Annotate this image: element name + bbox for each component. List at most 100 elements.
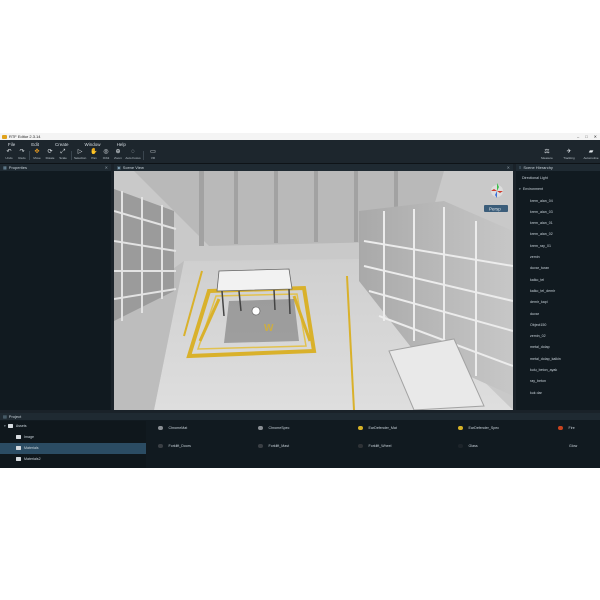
panel-close-icon[interactable]: ✕	[105, 165, 108, 170]
hierarchy-item[interactable]: duvar_turan	[516, 263, 600, 274]
toolbar-divider	[143, 151, 144, 160]
hierarchy-item[interactable]: Object150	[516, 320, 600, 331]
hierarchy-item[interactable]: krem_alan_01	[516, 218, 600, 229]
material-item[interactable]: EarDefender_Mat	[358, 423, 397, 433]
material-swatch-icon	[358, 425, 363, 431]
properties-title: Properties	[8, 165, 28, 170]
scene-view-icon: ▣	[117, 165, 121, 170]
tree-item-materials[interactable]: Materials	[0, 443, 146, 454]
hierarchy-item[interactable]: krem_alan_02	[516, 229, 600, 240]
folder-icon	[16, 435, 21, 439]
menu-help[interactable]: Help	[117, 142, 126, 147]
undo-button[interactable]: ↶ Undo	[3, 149, 15, 162]
folder-icon: ▤	[3, 414, 7, 419]
pan-button[interactable]: ✋ Pan	[88, 149, 100, 162]
tree-item-assets[interactable]: ▾ Assets	[0, 421, 146, 432]
material-swatch-icon	[358, 443, 363, 449]
window-title: RTF Editor 2.3.14	[9, 134, 41, 139]
move-button[interactable]: ✥ Move	[31, 149, 43, 162]
tree-item-image[interactable]: Image	[0, 432, 146, 443]
hierarchy-item[interactable]: kulu_beton_ayak	[516, 365, 600, 376]
toolbar: ↶ Undo ↷ Redo ✥ Move ⟳ Rotate ⤢ Scale ▷ Select…	[0, 148, 600, 164]
menu-window[interactable]: Window	[85, 142, 101, 147]
menu-edit[interactable]: Edit	[31, 142, 39, 147]
material-item[interactable]: Forklift_Mast	[258, 441, 289, 451]
scene-hierarchy-title: Scene Hierarchy	[523, 165, 553, 170]
hierarchy-item[interactable]: duvar	[516, 309, 600, 320]
hierarchy-tree: Directional Light ▾ Environment krem_alan…	[516, 173, 600, 399]
zoom-button[interactable]: ⊕ Zoom	[112, 149, 124, 162]
menu-bar: File Edit Create Window Help	[0, 140, 600, 148]
material-swatch-icon	[558, 425, 563, 431]
hierarchy-item[interactable]: kalko_tel_demir	[516, 286, 600, 297]
vr-icon: ▭	[150, 149, 156, 155]
chevron-down-icon[interactable]: ▾	[519, 187, 521, 191]
scene-view-header: ▣ Scene View ✕	[114, 164, 513, 171]
hierarchy-item[interactable]: metal_dolap_kalkin	[516, 354, 600, 365]
hierarchy-item[interactable]: ray_beton	[516, 376, 600, 387]
vr-button[interactable]: ▭ VR	[147, 149, 159, 162]
close-icon[interactable]: ✕	[594, 134, 597, 139]
material-item[interactable]: Forklift_Doors	[158, 441, 191, 451]
material-item[interactable]: ChromeMat	[158, 423, 187, 433]
menu-create[interactable]: Create	[55, 142, 69, 147]
material-swatch-icon	[458, 443, 463, 449]
hierarchy-icon: ≡	[519, 165, 522, 170]
orbit-button[interactable]: ◎ Orbit	[100, 149, 112, 162]
selection-button[interactable]: ▷ Selection	[74, 149, 86, 162]
hierarchy-item[interactable]: zemin	[516, 252, 600, 263]
3d-viewport[interactable]: W Persp	[114, 171, 513, 410]
tracking-icon: ✈	[566, 149, 572, 155]
undo-icon: ↶	[6, 149, 12, 155]
tracking-button[interactable]: ✈ Tracking	[561, 149, 577, 162]
material-item[interactable]: EarDefender_Spec	[458, 423, 499, 433]
scale-button[interactable]: ⤢ Scale	[57, 149, 69, 162]
material-item[interactable]: Glow	[569, 441, 577, 451]
asset-grid: ChromeMat ChromeSpec EarDefender_Mat Ear…	[150, 421, 600, 468]
rotate-icon: ⟳	[47, 149, 53, 155]
material-item[interactable]: Fire	[558, 423, 575, 433]
folder-icon	[16, 446, 21, 450]
folder-icon	[16, 457, 21, 461]
measure-button[interactable]: ⚖ Measure	[539, 149, 555, 162]
scene-hierarchy-panel: ≡ Scene Hierarchy Directional Light ▾ Env…	[516, 164, 600, 410]
hierarchy-item-directional-light[interactable]: Directional Light	[516, 173, 600, 184]
zoom-icon: ⊕	[115, 149, 121, 155]
redo-icon: ↷	[19, 149, 25, 155]
hierarchy-item[interactable]: metal_dolap	[516, 342, 600, 353]
properties-icon: ▦	[3, 165, 7, 170]
hierarchy-item[interactable]: zemin_02	[516, 331, 600, 342]
minimize-icon[interactable]: –	[577, 134, 579, 139]
hierarchy-item[interactable]: krem_ray_01	[516, 241, 600, 252]
rotate-button[interactable]: ⟳ Rotate	[44, 149, 56, 162]
material-item[interactable]: ChromeSpec	[258, 423, 289, 433]
automotive-button[interactable]: ▰ Automotive	[582, 149, 600, 162]
project-header: ▤ Project	[0, 413, 600, 420]
redo-button[interactable]: ↷ Redo	[16, 149, 28, 162]
tree-item-materials2[interactable]: Materials2	[0, 454, 146, 465]
material-item[interactable]: Glass	[458, 441, 478, 451]
hierarchy-item[interactable]: kuk dar	[516, 388, 600, 399]
scene-hierarchy-header: ≡ Scene Hierarchy	[516, 164, 600, 171]
menu-file[interactable]: File	[8, 142, 15, 147]
hierarchy-item[interactable]: demir_kapi	[516, 297, 600, 308]
toolbar-divider	[29, 151, 30, 160]
panel-close-icon[interactable]: ✕	[507, 165, 510, 170]
material-item[interactable]: Forklift_Wheel	[358, 441, 391, 451]
svg-text:W: W	[264, 323, 274, 334]
hierarchy-item-environment[interactable]: ▾ Environment	[516, 184, 600, 195]
hierarchy-item[interactable]: krem_alan_03	[516, 207, 600, 218]
scene-render: W Persp	[114, 171, 513, 410]
maximize-icon[interactable]: □	[585, 134, 587, 139]
chevron-down-icon[interactable]: ▾	[4, 424, 6, 428]
camera-mode-label: Persp	[489, 207, 501, 212]
scale-icon: ⤢	[60, 149, 66, 155]
measure-icon: ⚖	[544, 149, 550, 155]
selection-icon: ▷	[77, 149, 83, 155]
hierarchy-item[interactable]: kalko_tel	[516, 275, 600, 286]
auto-focus-button[interactable]: ◌ Auto Focus	[125, 149, 141, 162]
app-logo-icon	[2, 134, 7, 139]
hierarchy-item[interactable]: krem_alan_04	[516, 196, 600, 207]
material-swatch-icon	[258, 443, 263, 449]
properties-panel: ▦ Properties ✕	[0, 164, 111, 410]
